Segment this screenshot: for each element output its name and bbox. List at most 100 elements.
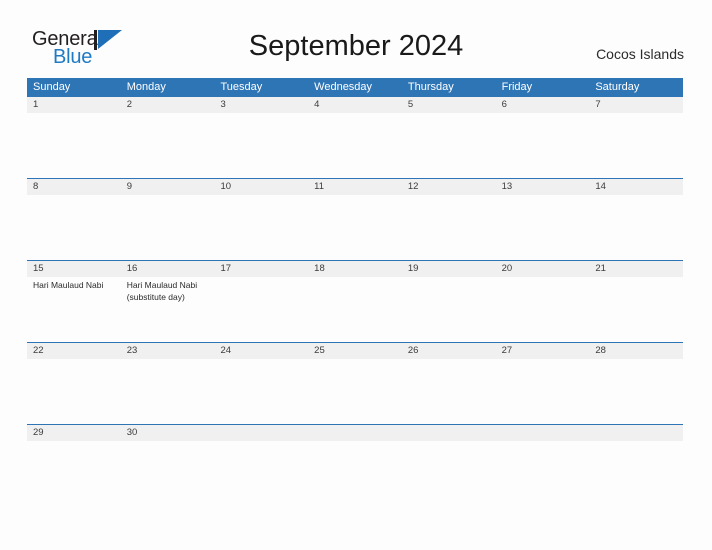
calendar-week-row: 29 30: [27, 424, 683, 506]
day-cell[interactable]: [27, 113, 121, 178]
calendar-week-row: 8 9 10 11 12 13 14: [27, 178, 683, 260]
day-number: [308, 425, 402, 441]
day-cell[interactable]: [214, 277, 308, 342]
day-number[interactable]: 28: [589, 343, 683, 359]
week-event-band: [27, 195, 683, 260]
calendar-week-row: 15 16 17 18 19 20 21 Hari Maulaud Nabi Hari Maul…: [27, 260, 683, 342]
weekday-header-thursday: Thursday: [407, 81, 454, 93]
day-number: [496, 425, 590, 441]
calendar-week-row: 1234567: [27, 97, 683, 178]
day-cell[interactable]: [121, 113, 215, 178]
day-cell[interactable]: Hari Maulaud Nabi: [27, 277, 121, 342]
calendar-page: General Blue September 2024 Cocos Island…: [0, 0, 712, 550]
day-number[interactable]: 16: [121, 261, 215, 277]
week-event-band: [27, 441, 683, 506]
day-number[interactable]: 6: [496, 97, 590, 113]
day-number[interactable]: 30: [121, 425, 215, 441]
page-header: General Blue September 2024 Cocos Island…: [0, 0, 712, 78]
day-number[interactable]: 23: [121, 343, 215, 359]
calendar-grid: Sunday Monday Tuesday Wednesday Thursday…: [27, 78, 683, 506]
week-event-band: [27, 113, 683, 178]
day-cell[interactable]: [589, 195, 683, 260]
day-cell[interactable]: [308, 113, 402, 178]
holiday-event: Hari Maulaud Nabi (substitute day): [126, 280, 198, 302]
day-number[interactable]: 25: [308, 343, 402, 359]
week-date-band: 22 23 24 25 26 27 28: [27, 343, 683, 359]
weekday-header-row: Sunday Monday Tuesday Wednesday Thursday…: [27, 78, 683, 97]
day-number[interactable]: 2: [121, 97, 215, 113]
day-number[interactable]: 7: [589, 97, 683, 113]
day-number[interactable]: 11: [308, 179, 402, 195]
day-cell: [496, 441, 590, 506]
day-number[interactable]: 18: [308, 261, 402, 277]
day-cell[interactable]: [308, 359, 402, 424]
day-cell[interactable]: [496, 113, 590, 178]
day-number[interactable]: 8: [27, 179, 121, 195]
weekday-header-monday: Monday: [126, 81, 166, 93]
day-number: [214, 425, 308, 441]
day-number[interactable]: 20: [496, 261, 590, 277]
day-cell[interactable]: [308, 277, 402, 342]
day-cell[interactable]: [27, 195, 121, 260]
holiday-event: Hari Maulaud Nabi: [33, 280, 104, 290]
day-number[interactable]: 21: [589, 261, 683, 277]
day-cell[interactable]: [214, 113, 308, 178]
weekday-header-saturday: Saturday: [595, 81, 640, 93]
day-number[interactable]: 14: [589, 179, 683, 195]
day-cell[interactable]: [214, 359, 308, 424]
day-number[interactable]: 9: [121, 179, 215, 195]
week-event-band: [27, 359, 683, 424]
day-number[interactable]: 24: [214, 343, 308, 359]
day-number[interactable]: 5: [402, 97, 496, 113]
day-cell[interactable]: [589, 277, 683, 342]
day-cell[interactable]: [214, 195, 308, 260]
day-number[interactable]: 4: [308, 97, 402, 113]
day-number[interactable]: 10: [214, 179, 308, 195]
day-cell[interactable]: [121, 359, 215, 424]
day-number: [402, 425, 496, 441]
day-cell[interactable]: Hari Maulaud Nabi (substitute day): [121, 277, 215, 342]
day-cell: [402, 441, 496, 506]
calendar-weeks: 1 2 3 4 5 6 7 8 9 10 11 12 13 14 15 16 17 18 19 20 21 Hari Ma…: [27, 97, 683, 506]
week-date-band: 8 9 10 11 12 13 14: [27, 179, 683, 195]
week-event-band: Hari Maulaud Nabi Hari Maulaud Nabi (subs…: [27, 277, 683, 342]
day-cell[interactable]: [589, 359, 683, 424]
day-cell[interactable]: [496, 277, 590, 342]
location-label: Cocos Islands: [596, 46, 684, 62]
day-cell[interactable]: [496, 195, 590, 260]
day-number[interactable]: 15: [27, 261, 121, 277]
day-cell[interactable]: [27, 359, 121, 424]
day-cell[interactable]: [121, 441, 215, 506]
day-number[interactable]: 12: [402, 179, 496, 195]
day-cell[interactable]: [402, 113, 496, 178]
week-date-band: 29 30: [27, 425, 683, 441]
day-cell[interactable]: [402, 277, 496, 342]
day-cell[interactable]: [402, 195, 496, 260]
weekday-header-sunday: Sunday: [33, 81, 71, 93]
weekday-header-friday: Friday: [501, 81, 533, 93]
day-number[interactable]: 19: [402, 261, 496, 277]
day-cell[interactable]: [121, 195, 215, 260]
day-number: [589, 425, 683, 441]
day-cell[interactable]: [589, 113, 683, 178]
day-number[interactable]: 13: [496, 179, 590, 195]
day-cell[interactable]: [308, 195, 402, 260]
day-number[interactable]: 1: [27, 97, 121, 113]
calendar-week-row: 22 23 24 25 26 27 28: [27, 342, 683, 424]
day-number[interactable]: 26: [402, 343, 496, 359]
day-number[interactable]: 22: [27, 343, 121, 359]
week-date-band: 1234567: [27, 97, 683, 113]
day-number[interactable]: 27: [496, 343, 590, 359]
week-date-band: 15 16 17 18 19 20 21: [27, 261, 683, 277]
weekday-header-tuesday: Tuesday: [220, 81, 263, 93]
day-cell: [214, 441, 308, 506]
day-number[interactable]: 3: [214, 97, 308, 113]
day-cell: [589, 441, 683, 506]
day-number[interactable]: 17: [214, 261, 308, 277]
day-cell[interactable]: [27, 441, 121, 506]
day-cell[interactable]: [402, 359, 496, 424]
weekday-header-wednesday: Wednesday: [314, 81, 373, 93]
day-cell: [308, 441, 402, 506]
day-cell[interactable]: [496, 359, 590, 424]
day-number[interactable]: 29: [27, 425, 121, 441]
